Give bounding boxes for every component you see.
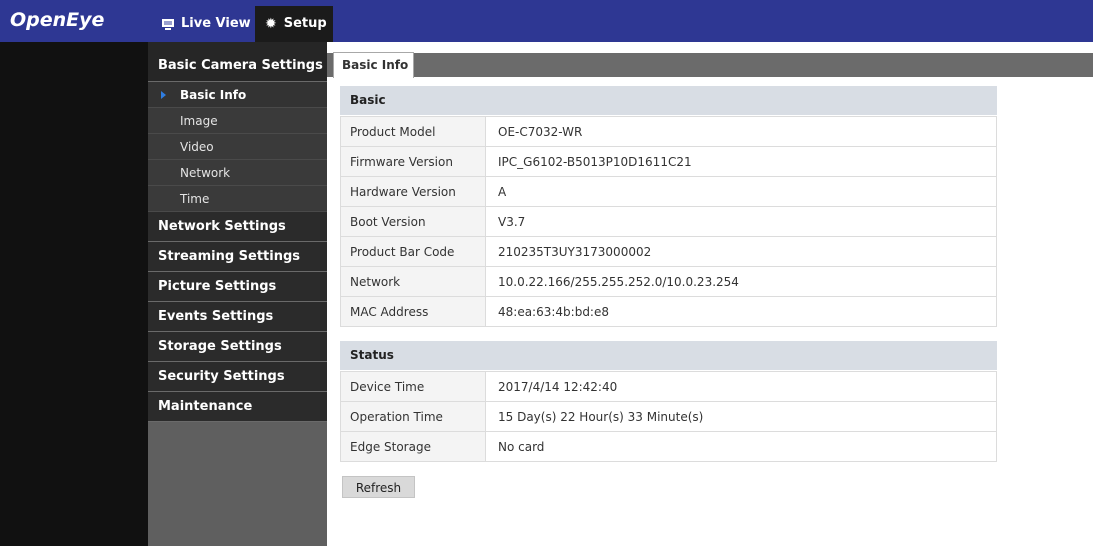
sidebar-section-network-settings[interactable]: Network Settings (148, 212, 327, 242)
table-row: Network 10.0.22.166/255.255.252.0/10.0.2… (340, 266, 997, 297)
table-row: Product Model OE-C7032-WR (340, 116, 997, 147)
nav-setup[interactable]: ✹ Setup (255, 6, 333, 42)
row-label: Boot Version (340, 206, 486, 237)
sidebar-item-image[interactable]: Image (148, 108, 327, 134)
top-bar: OpenEye Live View ✹ Setup (0, 0, 1093, 42)
sidebar-item-label: Basic Info (180, 88, 247, 102)
row-label: Device Time (340, 371, 486, 402)
sidebar-item-video[interactable]: Video (148, 134, 327, 160)
sidebar-item-basic-info[interactable]: Basic Info (148, 82, 327, 108)
sidebar-section-storage-settings[interactable]: Storage Settings (148, 332, 327, 362)
row-label: Network (340, 266, 486, 297)
row-label: Edge Storage (340, 431, 486, 462)
monitor-icon (162, 18, 174, 30)
sidebar-section-basic-camera-settings[interactable]: Basic Camera Settings (148, 42, 327, 82)
table-row: Device Time 2017/4/14 12:42:40 (340, 371, 997, 402)
nav-setup-label: Setup (283, 16, 327, 31)
sidebar-section-picture-settings[interactable]: Picture Settings (148, 272, 327, 302)
table-row: Edge Storage No card (340, 431, 997, 462)
row-value: No card (485, 431, 997, 462)
row-value: OE-C7032-WR (485, 116, 997, 147)
row-label: Operation Time (340, 401, 486, 432)
sidebar-section-security-settings[interactable]: Security Settings (148, 362, 327, 392)
openeye-logo: OpenEye (10, 9, 105, 31)
table-row: Operation Time 15 Day(s) 22 Hour(s) 33 M… (340, 401, 997, 432)
sidebar-section-streaming-settings[interactable]: Streaming Settings (148, 242, 327, 272)
row-label: Product Bar Code (340, 236, 486, 267)
refresh-button[interactable]: Refresh (342, 476, 415, 498)
row-value: V3.7 (485, 206, 997, 237)
left-empty-pane (0, 42, 148, 546)
row-label: Product Model (340, 116, 486, 147)
sidebar-item-network[interactable]: Network (148, 160, 327, 186)
main-content: Basic Info Basic Product Model OE-C7032-… (327, 42, 1093, 546)
basic-section-header: Basic (340, 86, 997, 115)
row-value: IPC_G6102-B5013P10D1611C21 (485, 146, 997, 177)
table-row: MAC Address 48:ea:63:4b:bd:e8 (340, 296, 997, 327)
tab-strip (327, 53, 1093, 77)
row-label: Firmware Version (340, 146, 486, 177)
table-row: Product Bar Code 210235T3UY3173000002 (340, 236, 997, 267)
row-label: Hardware Version (340, 176, 486, 207)
status-info-table: Device Time 2017/4/14 12:42:40 Operation… (340, 371, 997, 462)
caret-right-icon (161, 91, 166, 99)
table-row: Firmware Version IPC_G6102-B5013P10D1611… (340, 146, 997, 177)
row-value: A (485, 176, 997, 207)
row-value: 210235T3UY3173000002 (485, 236, 997, 267)
nav-live-view-label: Live View (181, 16, 251, 31)
table-row: Hardware Version A (340, 176, 997, 207)
status-section-header: Status (340, 341, 997, 370)
basic-info-table: Product Model OE-C7032-WR Firmware Versi… (340, 116, 997, 327)
row-value: 15 Day(s) 22 Hour(s) 33 Minute(s) (485, 401, 997, 432)
row-value: 2017/4/14 12:42:40 (485, 371, 997, 402)
row-value: 48:ea:63:4b:bd:e8 (485, 296, 997, 327)
tab-basic-info[interactable]: Basic Info (333, 52, 414, 78)
row-label: MAC Address (340, 296, 486, 327)
sidebar-section-events-settings[interactable]: Events Settings (148, 302, 327, 332)
settings-sidebar: Basic Camera Settings Basic Info Image V… (148, 42, 327, 546)
gear-icon: ✹ (265, 16, 277, 32)
row-value: 10.0.22.166/255.255.252.0/10.0.23.254 (485, 266, 997, 297)
sidebar-section-maintenance[interactable]: Maintenance (148, 392, 327, 422)
table-row: Boot Version V3.7 (340, 206, 997, 237)
nav-live-view[interactable]: Live View (152, 6, 261, 42)
sidebar-item-time[interactable]: Time (148, 186, 327, 212)
